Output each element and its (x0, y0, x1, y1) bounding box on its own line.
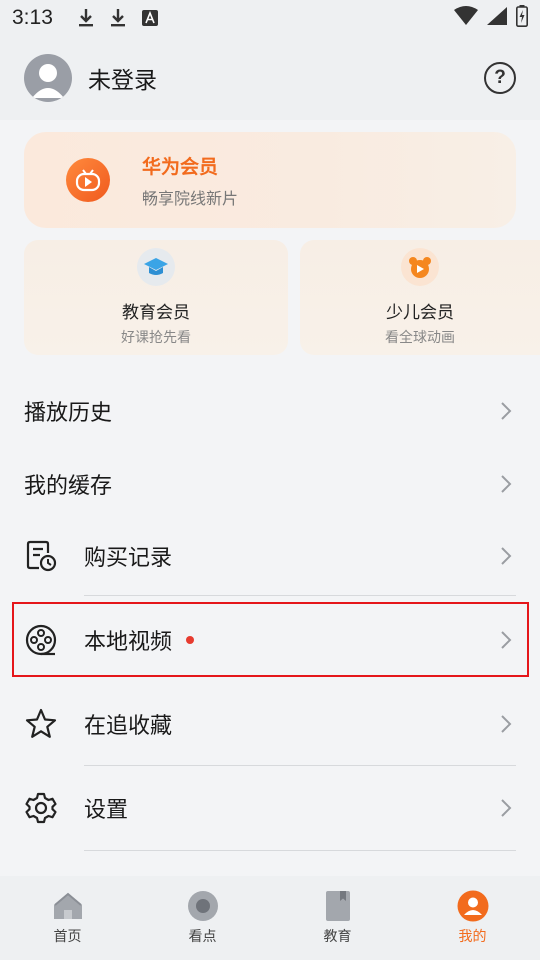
bottom-nav: 首页 看点 教育 我的 (0, 876, 540, 960)
nav-mine[interactable]: 我的 (405, 876, 540, 960)
avatar[interactable] (24, 54, 72, 102)
huawei-video-logo-icon (66, 158, 110, 202)
signal-icon (486, 6, 508, 31)
chevron-right-icon (501, 715, 512, 733)
education-vip-card[interactable]: 教育会员 好课抢先看 (24, 240, 288, 355)
chevron-right-icon (501, 475, 512, 493)
chevron-right-icon (501, 547, 512, 565)
play-disc-icon (187, 890, 219, 922)
download-icon (75, 7, 97, 29)
wifi-icon (454, 5, 478, 31)
menu-label: 购买记录 (84, 546, 173, 571)
nav-label: 教育 (323, 929, 352, 945)
star-icon (25, 708, 57, 738)
divider (84, 765, 516, 766)
divider (84, 850, 516, 851)
help-button[interactable]: ? (484, 62, 516, 94)
kids-vip-card[interactable]: 少儿会员 看全球动画 (300, 240, 540, 355)
nav-label: 看点 (188, 929, 217, 945)
huawei-vip-card[interactable]: 华为会员 畅享院线新片 (24, 132, 516, 228)
vip-title: 华为会员 (142, 155, 219, 178)
nav-highlights[interactable]: 看点 (135, 876, 270, 960)
menu-label: 设置 (84, 798, 129, 823)
menu-label: 播放历史 (24, 401, 113, 426)
person-icon (32, 64, 64, 98)
download-icon (107, 7, 129, 29)
font-notification-icon (139, 7, 161, 29)
user-profile-icon (457, 890, 489, 922)
education-vip-subtitle: 好课抢先看 (121, 330, 191, 346)
menu-settings[interactable]: 设置 (0, 772, 540, 844)
menu-favorites[interactable]: 在追收藏 (0, 688, 540, 760)
menu-purchase-records[interactable]: 购买记录 (0, 520, 540, 592)
menu-label: 在追收藏 (84, 714, 173, 739)
nav-education[interactable]: 教育 (270, 876, 405, 960)
education-vip-title: 教育会员 (122, 303, 190, 323)
graduation-cap-icon (137, 248, 175, 286)
book-icon (322, 890, 354, 922)
profile-header: 未登录 ? (0, 36, 540, 120)
status-bar: 3:13 (0, 0, 540, 36)
login-status[interactable]: 未登录 (88, 61, 157, 95)
chevron-right-icon (501, 799, 512, 817)
kids-vip-subtitle: 看全球动画 (385, 330, 455, 346)
highlight-box (12, 602, 529, 677)
kids-vip-title: 少儿会员 (386, 303, 454, 323)
home-icon (52, 890, 84, 922)
menu-label: 我的缓存 (24, 474, 113, 499)
battery-icon (516, 4, 528, 32)
menu-play-history[interactable]: 播放历史 (0, 376, 540, 446)
vip-subtitle: 畅享院线新片 (142, 188, 239, 208)
divider (84, 595, 516, 596)
receipt-clock-icon (26, 540, 57, 572)
kids-bear-icon (401, 248, 439, 286)
nav-label: 首页 (53, 929, 82, 945)
nav-home[interactable]: 首页 (0, 876, 135, 960)
status-time: 3:13 (12, 6, 53, 29)
chevron-right-icon (501, 402, 512, 420)
help-icon: ? (494, 67, 506, 88)
gear-icon (25, 792, 57, 824)
menu-my-cache[interactable]: 我的缓存 (0, 448, 540, 520)
nav-label: 我的 (458, 929, 487, 945)
